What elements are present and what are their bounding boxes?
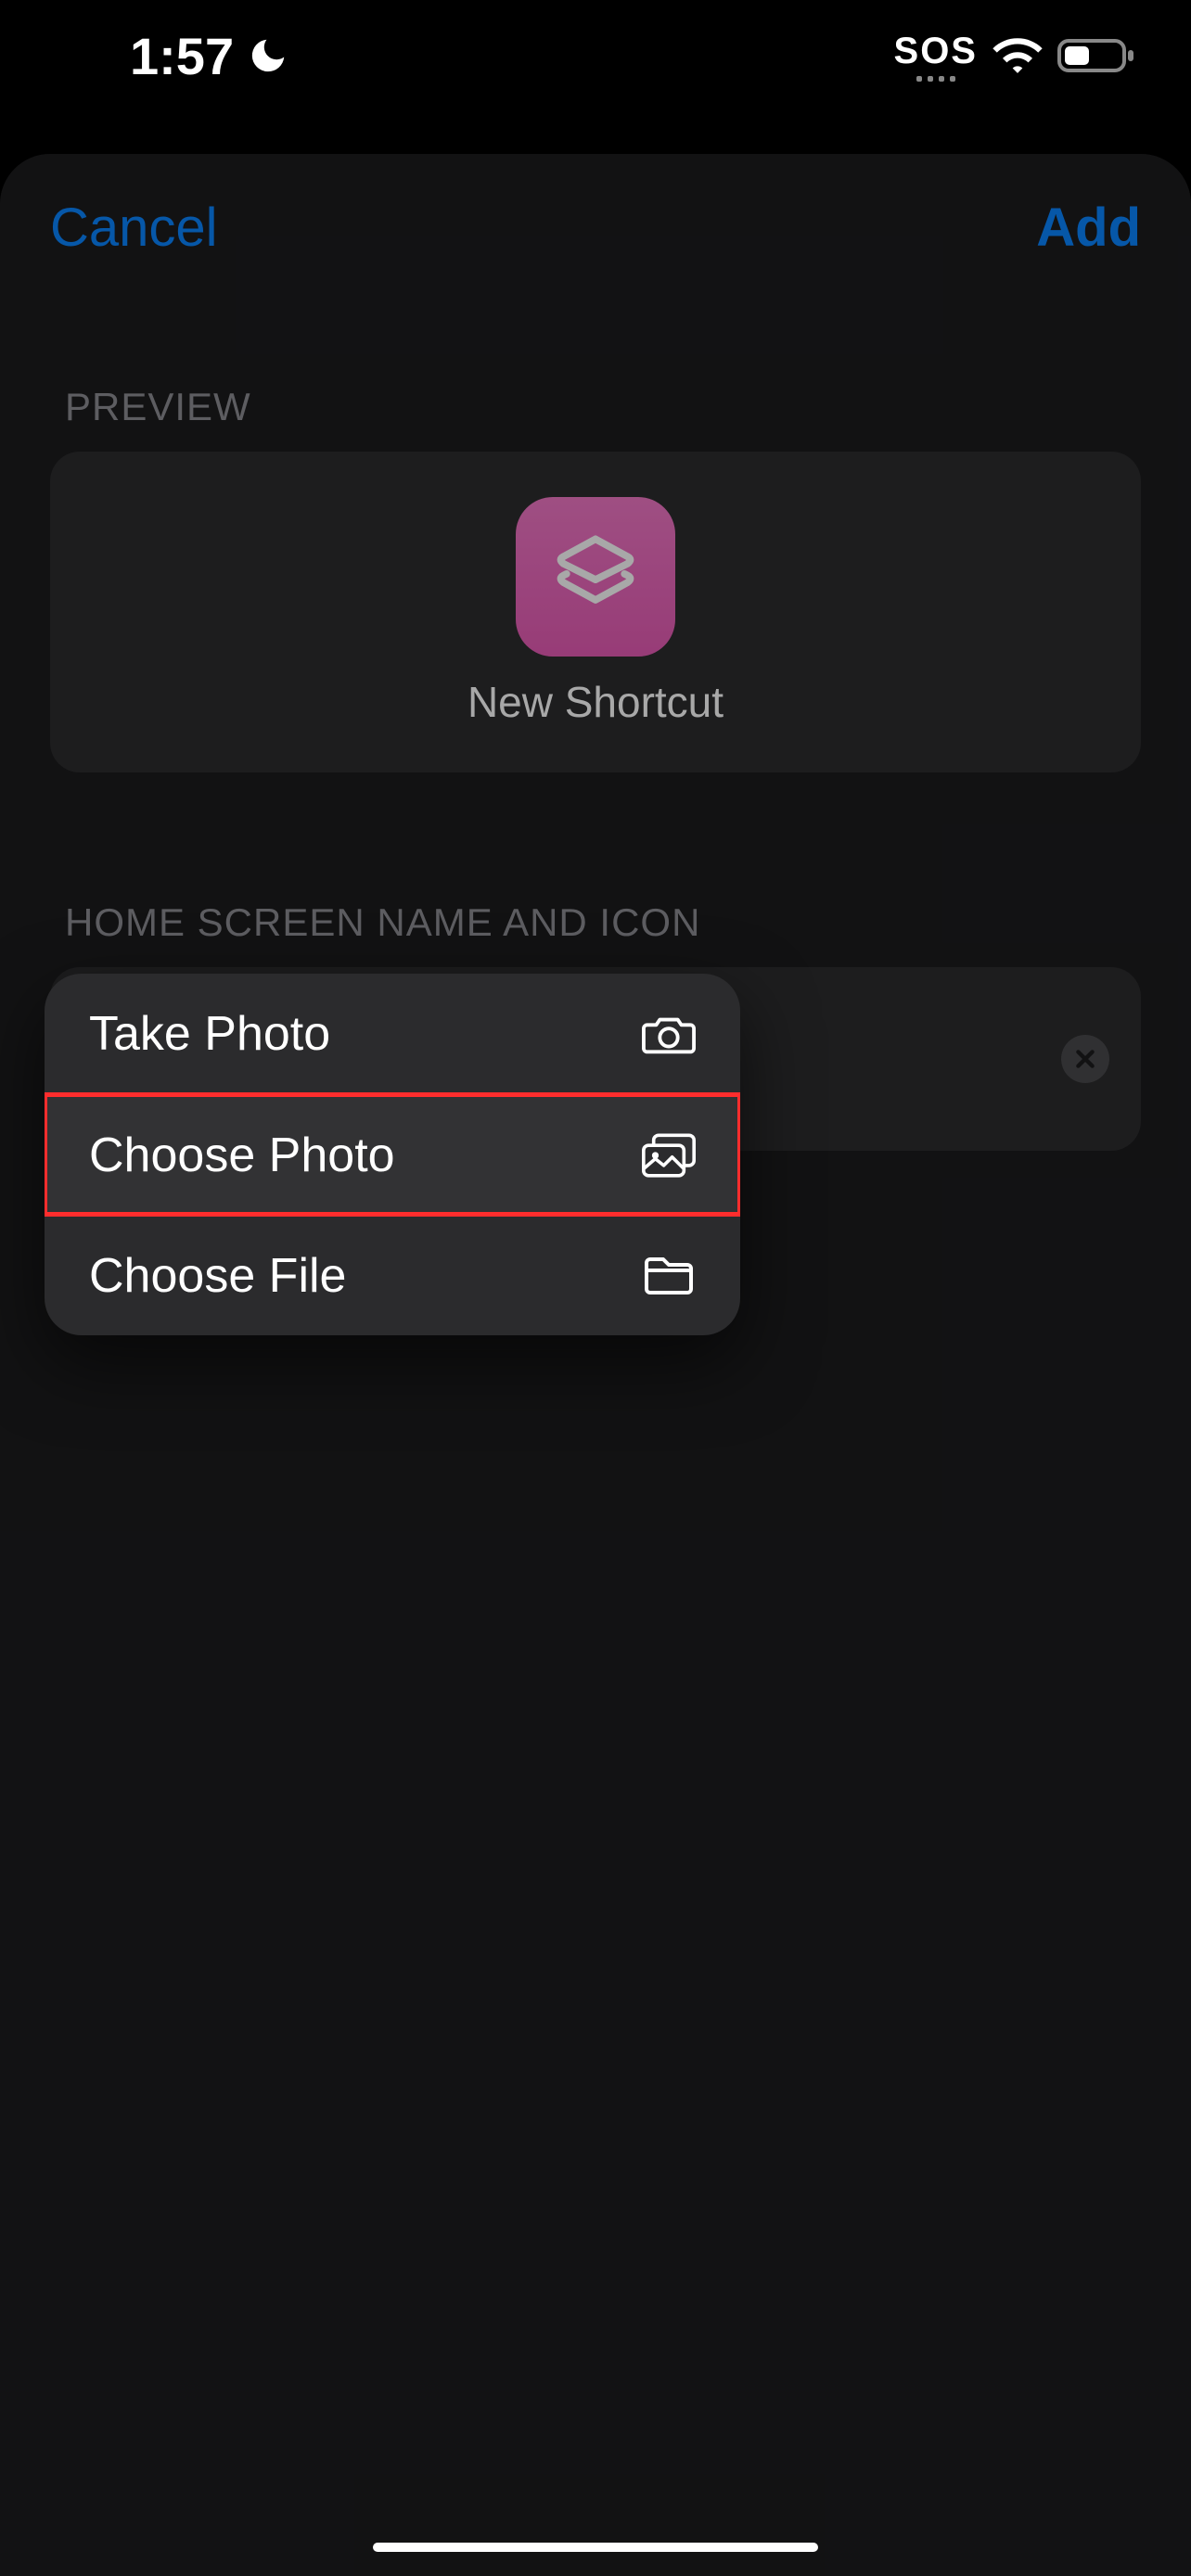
moon-icon — [247, 34, 289, 77]
name-section-label: HOME SCREEN NAME AND ICON — [0, 900, 1191, 967]
menu-item-label: Choose Photo — [89, 1128, 395, 1183]
photo-library-icon — [642, 1129, 696, 1182]
camera-icon — [642, 1007, 696, 1061]
battery-icon — [1057, 37, 1135, 74]
clear-text-button[interactable] — [1061, 1035, 1109, 1083]
cancel-button[interactable]: Cancel — [50, 197, 218, 259]
icon-source-menu: Take Photo Choose Photo Choose File — [45, 974, 740, 1335]
status-bar: 1:57 SOS — [0, 0, 1191, 111]
add-button[interactable]: Add — [1036, 197, 1141, 259]
wifi-icon — [992, 37, 1043, 74]
menu-item-label: Take Photo — [89, 1006, 330, 1062]
menu-item-label: Choose File — [89, 1248, 346, 1304]
status-time: 1:57 — [130, 26, 234, 86]
preview-app-icon — [516, 497, 675, 657]
status-right: SOS — [894, 31, 1135, 82]
status-left: 1:57 — [130, 26, 289, 86]
preview-section-label: PREVIEW — [0, 385, 1191, 452]
sos-label: SOS — [894, 31, 978, 72]
sos-indicator: SOS — [894, 31, 978, 82]
preview-name: New Shortcut — [467, 677, 724, 727]
menu-item-choose-file[interactable]: Choose File — [45, 1215, 740, 1335]
folder-icon — [642, 1249, 696, 1303]
nav-bar: Cancel Add — [0, 154, 1191, 259]
menu-item-choose-photo[interactable]: Choose Photo — [45, 1094, 740, 1215]
preview-card: New Shortcut — [50, 452, 1141, 772]
screen: 1:57 SOS Cancel — [0, 0, 1191, 2576]
home-indicator[interactable] — [373, 2543, 818, 2552]
add-to-home-screen-sheet: Cancel Add PREVIEW New Shortcut HOME SCR… — [0, 154, 1191, 2576]
menu-item-take-photo[interactable]: Take Photo — [45, 974, 740, 1094]
